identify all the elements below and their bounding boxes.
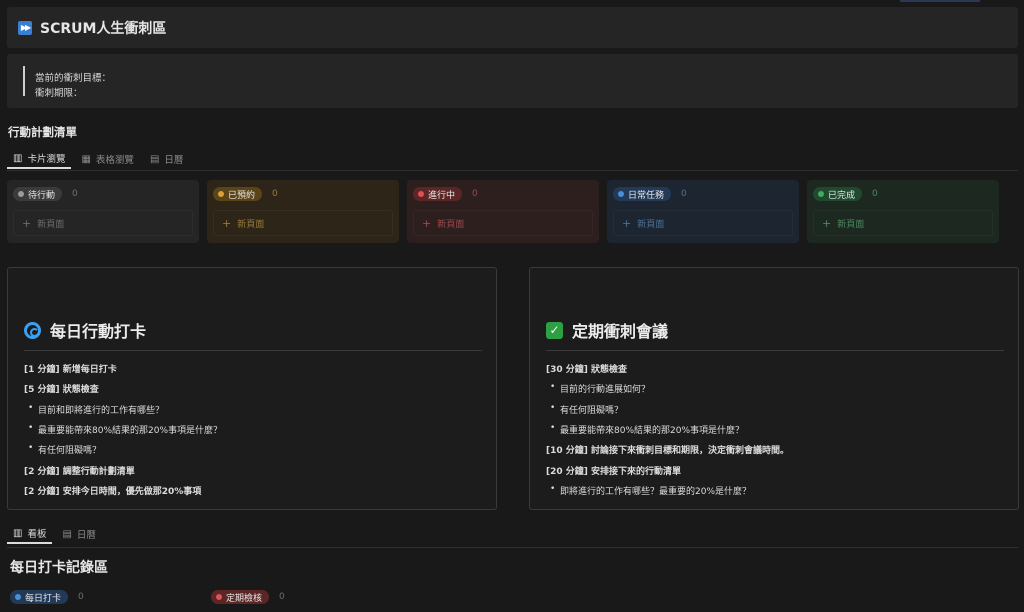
tab-table-view[interactable]: ▦ 表格瀏覽 bbox=[75, 149, 139, 169]
status-dot-icon bbox=[216, 594, 222, 600]
step-item: [20 分鐘] 安排接下來的行動清單 bbox=[546, 466, 682, 477]
page-header: ▶▶ SCRUM人生衝刺區 bbox=[7, 7, 1018, 48]
calendar-icon: ▤ bbox=[149, 153, 160, 165]
step-item: [2 分鐘] 安排今日時間，優先做那20%事項 bbox=[24, 486, 202, 497]
sprint-deadline-label: 衝刺期限： bbox=[35, 88, 83, 99]
board-column: 已預約 0 + 新頁面 bbox=[207, 180, 399, 243]
bullet-item: 最重要能帶來80%結果的那20%事項是什麼？ bbox=[550, 423, 744, 436]
new-page-button[interactable]: + 新頁面 bbox=[13, 210, 193, 236]
status-dot-icon bbox=[818, 191, 824, 197]
status-dot-icon bbox=[18, 191, 24, 197]
tab-calendar-view[interactable]: ▤ 日曆 bbox=[144, 149, 189, 169]
bullet-item: 最重要能帶來80%結果的那20%事項是什麼？ bbox=[28, 423, 222, 436]
new-page-button[interactable]: + 新頁面 bbox=[813, 210, 993, 236]
quote-bar bbox=[23, 66, 25, 96]
new-page-button[interactable]: + 新頁面 bbox=[613, 210, 793, 236]
step-item: [30 分鐘] 狀態檢查 bbox=[546, 365, 628, 375]
tab-log-calendar[interactable]: ▤ 日曆 bbox=[56, 524, 101, 544]
plus-icon: + bbox=[22, 216, 32, 230]
bullet-item: 有任何阻礙嗎？ bbox=[28, 443, 101, 456]
status-badge[interactable]: 進行中 bbox=[413, 187, 463, 201]
log-group-header: 定期檢核 0 bbox=[211, 590, 285, 604]
column-count: 0 bbox=[72, 189, 78, 199]
check-box-icon: ✓ bbox=[546, 321, 563, 339]
group-badge[interactable]: 定期檢核 bbox=[211, 590, 270, 604]
group-count: 0 bbox=[78, 592, 84, 602]
bullet-item: 目前和即將進行的工作有哪些？ bbox=[28, 403, 164, 416]
bullet-item: 即將進行的工作有哪些？最重要的20%是什麼？ bbox=[550, 484, 751, 497]
column-count: 0 bbox=[472, 189, 478, 199]
status-badge[interactable]: 待行動 bbox=[13, 187, 63, 201]
tab-board-view[interactable]: ▥ 卡片瀏覽 bbox=[7, 149, 72, 169]
column-count: 0 bbox=[681, 189, 687, 199]
status-badge[interactable]: 已預約 bbox=[213, 187, 263, 201]
new-page-button[interactable]: + 新頁面 bbox=[413, 210, 593, 236]
tabs-divider bbox=[7, 170, 1018, 171]
step-item: [5 分鐘] 狀態檢查 bbox=[24, 385, 99, 396]
status-dot-icon bbox=[15, 594, 21, 600]
meeting-card-divider bbox=[546, 350, 1004, 351]
bullet-item: 目前的行動進展如何？ bbox=[550, 382, 650, 395]
plus-icon: + bbox=[422, 216, 432, 230]
step-item: [1 分鐘] 新增每日打卡 bbox=[24, 365, 117, 375]
plus-icon: + bbox=[622, 216, 632, 230]
fast-forward-icon: ▶▶ bbox=[18, 20, 32, 35]
group-count: 0 bbox=[279, 592, 285, 602]
calendar-icon: ▤ bbox=[62, 528, 72, 540]
sprint-meeting-card: ✓ 定期衝刺會議 [30 分鐘] 狀態檢查目前的行動進展如何？ 有任何阻礙嗎？ 最重… bbox=[529, 267, 1019, 510]
table-icon: ▦ bbox=[81, 153, 91, 165]
board-column: 已完成 0 + 新頁面 bbox=[807, 180, 999, 243]
column-count: 0 bbox=[272, 189, 278, 199]
plus-icon: + bbox=[222, 216, 232, 230]
status-dot-icon bbox=[418, 191, 424, 197]
board-column: 日常任務 0 + 新頁面 bbox=[607, 180, 799, 243]
sprint-goal-quote[interactable]: 當前的衝刺目標： 衝刺期限： bbox=[7, 54, 1018, 108]
board-column: 待行動 0 + 新頁面 bbox=[7, 180, 199, 243]
group-badge[interactable]: 每日打卡 bbox=[10, 590, 69, 604]
page-title: SCRUM人生衝刺區 bbox=[40, 20, 167, 37]
plan-view-tabs: ▥ 卡片瀏覽 ▦ 表格瀏覽 ▤ 日曆 bbox=[7, 149, 189, 169]
board-icon: ▥ bbox=[13, 527, 23, 539]
new-page-button[interactable]: + 新頁面 bbox=[213, 210, 393, 236]
daily-checkin-card: 每日行動打卡 [1 分鐘] 新增每日打卡 [5 分鐘] 狀態檢查目前和即將進行的工… bbox=[7, 267, 497, 510]
status-badge[interactable]: 已完成 bbox=[813, 187, 863, 201]
plan-section-title: 行動計劃清單 bbox=[8, 125, 77, 139]
bullet-item: 有任何阻礙嗎？ bbox=[550, 403, 623, 416]
top-accent-line bbox=[900, 0, 980, 2]
log-tabs-divider bbox=[7, 547, 1018, 548]
meeting-card-title: 定期衝刺會議 bbox=[572, 322, 669, 341]
daily-card-divider bbox=[24, 350, 482, 351]
daily-card-title: 每日行動打卡 bbox=[50, 322, 147, 341]
status-badge[interactable]: 日常任務 bbox=[613, 187, 672, 201]
cyclone-icon bbox=[24, 321, 41, 339]
board-column: 進行中 0 + 新頁面 bbox=[407, 180, 599, 243]
status-dot-icon bbox=[618, 191, 624, 197]
plus-icon: + bbox=[822, 216, 832, 230]
step-item: [10 分鐘] 討論接下來衝刺目標和期限，決定衝刺會議時間。 bbox=[546, 446, 790, 457]
column-count: 0 bbox=[872, 189, 878, 199]
board-icon: ▥ bbox=[13, 152, 23, 164]
step-item: [2 分鐘] 調整行動計劃清單 bbox=[24, 466, 135, 477]
log-view-tabs: ▥ 看板 ▤ 日曆 bbox=[7, 524, 102, 544]
log-section-title: 每日打卡記錄區 bbox=[10, 560, 108, 576]
log-group-header: 每日打卡 0 bbox=[10, 590, 84, 604]
status-dot-icon bbox=[218, 191, 224, 197]
tab-kanban[interactable]: ▥ 看板 bbox=[7, 524, 53, 544]
sprint-goal-label: 當前的衝刺目標： bbox=[35, 73, 112, 84]
